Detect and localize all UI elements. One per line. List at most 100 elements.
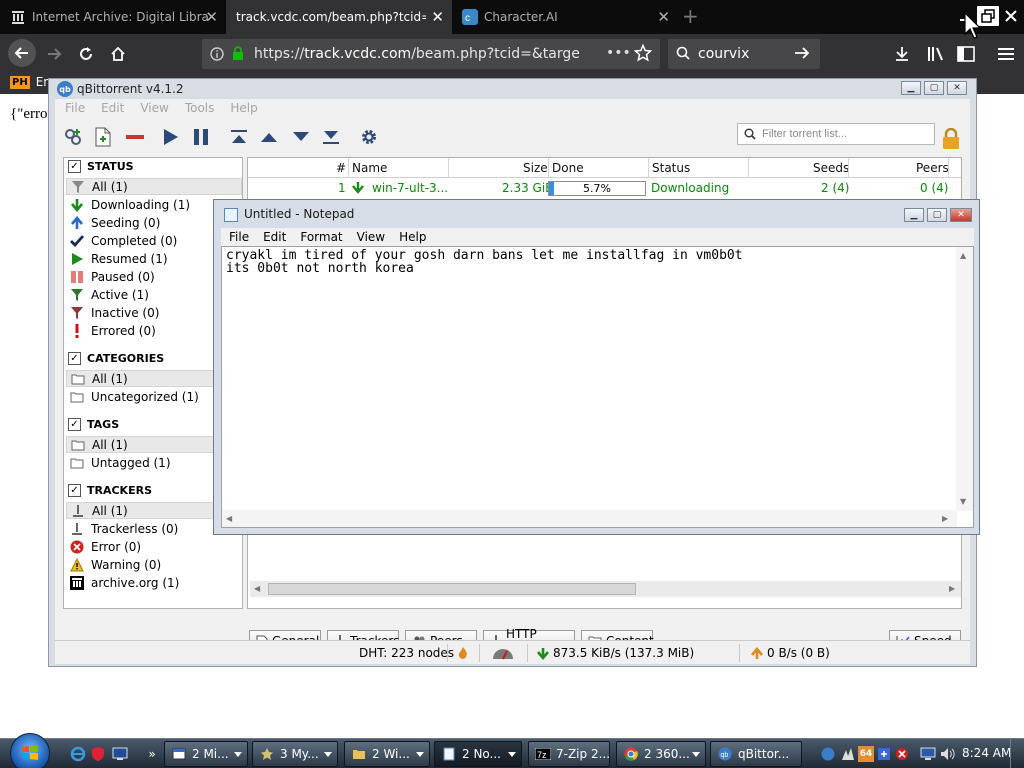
tab-track-vcdc[interactable]: track.vcdc.com/beam.php?tcid=&target= ✕ [226,0,452,34]
menu-file[interactable]: File [229,230,249,244]
taskbar-button-7zip[interactable]: 7z 7-Zip 2... [528,741,610,767]
volume-icon[interactable] [940,746,956,762]
monitor-tray-icon[interactable] [920,746,936,762]
reload-button[interactable] [74,42,98,66]
close-window-icon[interactable] [1000,6,1022,26]
url-text[interactable]: https://track.vcdc.com/beam.php?tcid=&ta… [254,46,580,62]
filter-torrent-box[interactable] [737,123,935,145]
page-actions-icon[interactable]: ••• [606,45,631,61]
status-header[interactable]: ✓ STATUS [68,160,134,173]
new-tab-button[interactable]: + [682,4,699,28]
network-tray-icon[interactable] [840,746,856,762]
scrollbar-thumb[interactable] [268,583,636,595]
vertical-scrollbar[interactable]: ▲ ▼ [956,247,973,511]
speed-limit-icon[interactable] [491,646,515,660]
info-icon[interactable] [210,47,224,64]
bookmark-star-icon[interactable] [633,43,653,65]
home-button[interactable] [106,42,130,66]
maximize-icon[interactable]: ▢ [927,208,947,222]
menu-view[interactable]: View [140,101,168,115]
tags-header[interactable]: ✓ TAGS [68,418,119,431]
ie-icon[interactable] [70,746,86,762]
clock[interactable]: 8:24 AM [962,746,1011,760]
menu-edit[interactable]: Edit [263,230,286,244]
error-tray-icon[interactable] [894,746,910,762]
add-torrent-file-icon[interactable] [93,127,113,147]
scroll-left-icon[interactable]: ◀ [254,584,260,593]
move-top-icon[interactable] [229,127,249,147]
add-torrent-link-icon[interactable] [63,127,83,147]
settings-gear-icon[interactable] [359,127,379,147]
column-peers[interactable]: Peers [916,161,949,175]
column-index[interactable]: # [336,161,346,175]
menu-tools[interactable]: Tools [185,101,215,115]
move-bottom-icon[interactable] [321,127,341,147]
show-desktop-button[interactable] [1010,739,1024,768]
shield-icon[interactable] [90,746,106,762]
move-up-icon[interactable] [259,127,279,147]
close-icon[interactable]: ✕ [205,8,218,26]
status-all[interactable]: All (1) [66,178,242,195]
url-bar[interactable]: https://track.vcdc.com/beam.php?tcid=&ta… [202,39,660,69]
arrow-right-icon[interactable] [794,46,810,63]
minimize-icon[interactable]: ▁ [901,81,921,95]
horizontal-scrollbar[interactable]: ◀ ▶ [250,581,961,597]
sidebar-icon[interactable] [954,42,978,66]
maximize-icon[interactable]: ▢ [924,81,944,95]
tab-internet-archive[interactable]: Internet Archive: Digital Library ✕ [0,0,226,34]
move-down-icon[interactable] [291,127,311,147]
shield-tray-icon[interactable] [876,746,892,762]
notepad-text-area[interactable]: cryakl im tired of your gosh darn bans l… [221,246,974,528]
minimize-icon[interactable]: ▁ [904,208,924,222]
forward-button[interactable] [42,42,66,66]
scroll-down-icon[interactable]: ▼ [960,497,966,506]
taskbar-button-notepad[interactable]: 2 No... [434,741,522,767]
checkbox-icon[interactable]: ✓ [68,160,81,173]
notepad-title-bar[interactable]: Untitled - Notepad ▁ ▢ ✕ [214,200,979,228]
library-icon[interactable] [924,42,948,66]
lock-icon[interactable] [232,46,244,63]
qbittorrent-tray-icon[interactable] [820,746,836,762]
column-status[interactable]: Status [652,161,690,175]
taskbar-button-chrome[interactable]: 2 360... [616,741,706,767]
scroll-up-icon[interactable]: ▲ [960,251,966,260]
downloads-icon[interactable] [890,42,914,66]
tracker-archive-org[interactable]: archive.org (1) [66,574,242,591]
close-icon[interactable]: ✕ [657,8,670,26]
scroll-right-icon[interactable]: ▶ [942,514,948,523]
notepad-text[interactable]: cryakl im tired of your gosh darn bans l… [226,249,743,275]
back-button[interactable] [8,39,36,67]
desktop-icon[interactable] [112,746,128,762]
lock-icon[interactable] [941,128,961,149]
pause-icon[interactable] [191,127,211,147]
qbittorrent-title-bar[interactable]: qb qBittorrent v4.1.2 ▁ ▢ ✕ [49,79,976,99]
tracker-error[interactable]: Error (0) [66,538,242,555]
bookmark-item[interactable]: PH En [10,75,51,89]
chevron-right-icon[interactable]: » [144,746,160,762]
categories-header[interactable]: ✓ CATEGORIES [68,352,164,365]
resume-icon[interactable] [161,127,181,147]
menu-format[interactable]: Format [300,230,342,244]
tracker-warning[interactable]: Warning (0) [66,556,242,573]
column-size[interactable]: Size [523,161,548,175]
badge-64-icon[interactable]: 64 [858,746,874,762]
hamburger-menu-icon[interactable] [994,42,1018,66]
column-done[interactable]: Done [552,161,584,175]
filter-torrent-input[interactable] [762,128,927,140]
taskbar-button-explorer[interactable]: 2 Mi... [164,741,248,767]
menu-help[interactable]: Help [230,101,257,115]
tab-character-ai[interactable]: c Character.AI ✕ [452,0,678,34]
start-button[interactable] [10,733,50,768]
flame-icon[interactable] [457,646,469,660]
search-bar[interactable]: courvix [668,39,820,69]
close-icon[interactable]: ✕ [431,8,444,26]
search-input[interactable]: courvix [698,46,749,62]
taskbar-button-folder[interactable]: 2 Wi... [344,741,430,767]
column-seeds[interactable]: Seeds [813,161,849,175]
menu-view[interactable]: View [357,230,385,244]
taskbar-button-star[interactable]: 3 My... [252,741,338,767]
checkbox-icon[interactable]: ✓ [68,484,81,497]
scroll-left-icon[interactable]: ◀ [226,514,232,523]
menu-help[interactable]: Help [399,230,426,244]
column-name[interactable]: Name [352,161,387,175]
